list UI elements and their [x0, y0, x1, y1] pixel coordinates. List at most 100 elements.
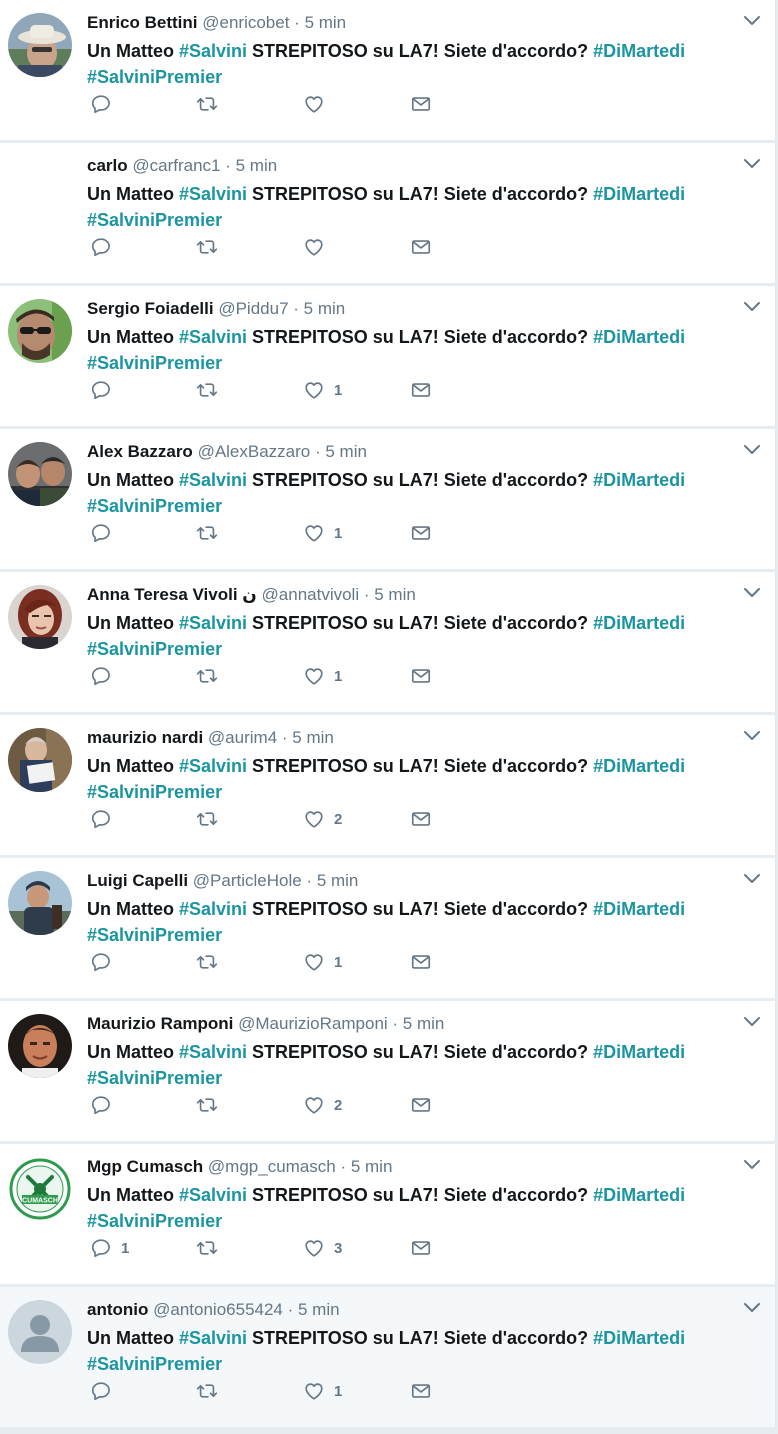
reply-button[interactable]: [90, 235, 121, 259]
tweet-timestamp[interactable]: 5 min: [292, 728, 334, 747]
user-fullname[interactable]: Enrico Bettini: [87, 13, 198, 32]
user-handle[interactable]: @Piddu7: [218, 299, 288, 318]
avatar[interactable]: [8, 1300, 72, 1364]
user-fullname[interactable]: Mgp Cumasch: [87, 1157, 203, 1176]
hashtag-link[interactable]: #SalviniPremier: [87, 782, 222, 802]
retweet-button[interactable]: [196, 1236, 227, 1260]
hashtag-link[interactable]: #SalviniPremier: [87, 1354, 222, 1374]
tweet[interactable]: antonio @antonio655424 · 5 min Un Matteo…: [0, 1287, 776, 1428]
retweet-button[interactable]: [196, 664, 227, 688]
retweet-button[interactable]: [196, 92, 227, 116]
tweet-timestamp[interactable]: 5 min: [304, 299, 346, 318]
tweet[interactable]: Alex Bazzaro @AlexBazzaro · 5 min Un Mat…: [0, 429, 776, 570]
chevron-down-icon[interactable]: [743, 1158, 761, 1170]
like-button[interactable]: 1: [303, 378, 342, 402]
chevron-down-icon[interactable]: [743, 872, 761, 884]
user-fullname[interactable]: antonio: [87, 1300, 148, 1319]
hashtag-link[interactable]: #Salvini: [179, 327, 247, 347]
hashtag-link[interactable]: #Salvini: [179, 756, 247, 776]
hashtag-link[interactable]: #Salvini: [179, 899, 247, 919]
user-handle[interactable]: @enricobet: [202, 13, 289, 32]
hashtag-link[interactable]: #SalviniPremier: [87, 925, 222, 945]
tweet[interactable]: Anna Teresa Vivoli ن @annatvivoli · 5 mi…: [0, 572, 776, 713]
like-button[interactable]: [303, 235, 334, 259]
user-fullname[interactable]: Maurizio Ramponi: [87, 1014, 233, 1033]
reply-button[interactable]: [90, 521, 121, 545]
direct-message-button[interactable]: [410, 1379, 432, 1403]
user-handle[interactable]: @carfranc1: [132, 156, 220, 175]
reply-button[interactable]: [90, 1379, 121, 1403]
user-handle[interactable]: @AlexBazzaro: [198, 442, 311, 461]
chevron-down-icon[interactable]: [743, 157, 761, 169]
hashtag-link[interactable]: #SalviniPremier: [87, 1211, 222, 1231]
hashtag-link[interactable]: #Salvini: [179, 613, 247, 633]
hashtag-link[interactable]: #Salvini: [179, 470, 247, 490]
direct-message-button[interactable]: [410, 521, 432, 545]
direct-message-button[interactable]: [410, 92, 432, 116]
hashtag-link[interactable]: #Salvini: [179, 1328, 247, 1348]
tweet-timestamp[interactable]: 5 min: [305, 13, 347, 32]
hashtag-link[interactable]: #DiMartedi: [593, 613, 685, 633]
avatar[interactable]: CUMASCH: [8, 1157, 72, 1221]
tweet-timestamp[interactable]: 5 min: [325, 442, 367, 461]
user-handle[interactable]: @MaurizioRamponi: [238, 1014, 388, 1033]
tweet-timestamp[interactable]: 5 min: [374, 585, 416, 604]
reply-button[interactable]: [90, 950, 121, 974]
reply-button[interactable]: [90, 92, 121, 116]
tweet-timestamp[interactable]: 5 min: [236, 156, 278, 175]
avatar[interactable]: [8, 442, 72, 506]
retweet-button[interactable]: [196, 521, 227, 545]
hashtag-link[interactable]: #SalviniPremier: [87, 353, 222, 373]
direct-message-button[interactable]: [410, 1093, 432, 1117]
user-fullname[interactable]: carlo: [87, 156, 128, 175]
retweet-button[interactable]: [196, 1093, 227, 1117]
hashtag-link[interactable]: #SalviniPremier: [87, 1068, 222, 1088]
reply-button[interactable]: [90, 807, 121, 831]
hashtag-link[interactable]: #DiMartedi: [593, 756, 685, 776]
chevron-down-icon[interactable]: [743, 443, 761, 455]
user-handle[interactable]: @annatvivoli: [262, 585, 360, 604]
reply-button[interactable]: 1: [90, 1236, 129, 1260]
avatar[interactable]: [8, 299, 72, 363]
hashtag-link[interactable]: #SalviniPremier: [87, 67, 222, 87]
direct-message-button[interactable]: [410, 1236, 432, 1260]
like-button[interactable]: [303, 92, 334, 116]
reply-button[interactable]: [90, 378, 121, 402]
tweet-timestamp[interactable]: 5 min: [298, 1300, 340, 1319]
tweet[interactable]: carlo @carfranc1 · 5 min Un Matteo #Salv…: [0, 143, 776, 284]
hashtag-link[interactable]: #DiMartedi: [593, 470, 685, 490]
retweet-button[interactable]: [196, 378, 227, 402]
user-fullname[interactable]: Luigi Capelli: [87, 871, 188, 890]
chevron-down-icon[interactable]: [743, 1015, 761, 1027]
chevron-down-icon[interactable]: [743, 586, 761, 598]
retweet-button[interactable]: [196, 950, 227, 974]
tweet[interactable]: Sergio Foiadelli @Piddu7 · 5 min Un Matt…: [0, 286, 776, 427]
hashtag-link[interactable]: #SalviniPremier: [87, 639, 222, 659]
chevron-down-icon[interactable]: [743, 729, 761, 741]
user-handle[interactable]: @aurim4: [208, 728, 277, 747]
user-handle[interactable]: @antonio655424: [153, 1300, 283, 1319]
like-button[interactable]: 1: [303, 950, 342, 974]
like-button[interactable]: 1: [303, 521, 342, 545]
like-button[interactable]: 2: [303, 807, 342, 831]
hashtag-link[interactable]: #DiMartedi: [593, 41, 685, 61]
hashtag-link[interactable]: #DiMartedi: [593, 184, 685, 204]
user-fullname[interactable]: Alex Bazzaro: [87, 442, 193, 461]
hashtag-link[interactable]: #DiMartedi: [593, 1042, 685, 1062]
tweet[interactable]: Maurizio Ramponi @MaurizioRamponi · 5 mi…: [0, 1001, 776, 1142]
avatar[interactable]: [8, 13, 72, 77]
tweet[interactable]: Luigi Capelli @ParticleHole · 5 min Un M…: [0, 858, 776, 999]
hashtag-link[interactable]: #DiMartedi: [593, 1328, 685, 1348]
hashtag-link[interactable]: #Salvini: [179, 184, 247, 204]
like-button[interactable]: 2: [303, 1093, 342, 1117]
user-fullname[interactable]: maurizio nardi: [87, 728, 203, 747]
chevron-down-icon[interactable]: [743, 14, 761, 26]
like-button[interactable]: 1: [303, 664, 342, 688]
hashtag-link[interactable]: #DiMartedi: [593, 327, 685, 347]
chevron-down-icon[interactable]: [743, 1301, 761, 1313]
tweet-timestamp[interactable]: 5 min: [351, 1157, 393, 1176]
user-fullname[interactable]: Sergio Foiadelli: [87, 299, 214, 318]
user-handle[interactable]: @mgp_cumasch: [208, 1157, 336, 1176]
avatar[interactable]: [8, 871, 72, 935]
direct-message-button[interactable]: [410, 664, 432, 688]
